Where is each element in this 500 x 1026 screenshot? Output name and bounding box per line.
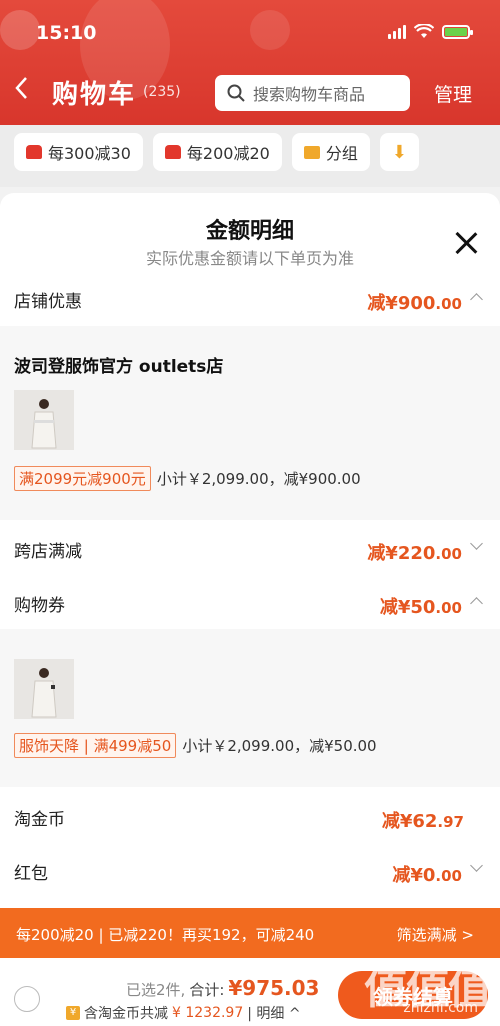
chevron-up-icon xyxy=(470,593,484,607)
chip-group[interactable]: 分组 xyxy=(291,133,370,171)
search-icon xyxy=(227,84,245,102)
row-label: 店铺优惠 xyxy=(14,292,82,312)
shop-name: 波司登服饰官方 outlets店 xyxy=(14,357,224,377)
hongbao-row[interactable]: 红包 减¥0.00 xyxy=(0,847,500,897)
row-amount: 减¥62.97 xyxy=(381,811,464,832)
row-label: 淘金币 xyxy=(14,810,65,830)
selection-summary: 已选2件, 合计: ¥975.03 xyxy=(126,976,319,1000)
coin-icon: ¥ xyxy=(66,1006,80,1020)
banner-text: 每200减20 | 已减220！再买192，可减240 xyxy=(16,926,315,944)
selected-count: 已选2件, xyxy=(126,981,186,999)
promo-tag: 服饰天降 | 满499减50 xyxy=(14,733,177,758)
select-all-checkbox[interactable] xyxy=(14,986,40,1012)
filter-chips: 每300减30 每200减20 分组 ⬇ xyxy=(0,125,500,187)
discount-amount: ¥ 1232.97 xyxy=(172,1005,244,1021)
chip-more[interactable]: ⬇ xyxy=(379,133,419,171)
chevron-up-icon xyxy=(470,289,484,303)
promo-tag: 满2099元减900元 xyxy=(14,466,151,491)
product-image xyxy=(14,659,74,719)
back-button[interactable] xyxy=(14,76,38,105)
product-image xyxy=(14,390,74,450)
battery-icon xyxy=(442,24,473,39)
cart-count: (235) xyxy=(143,84,181,100)
promo-banner: 每200减20 | 已减220！再买192，可减240 筛选满减 > xyxy=(0,908,500,958)
arrow-down-icon: ⬇ xyxy=(391,141,407,163)
chip-300-30[interactable]: 每300减30 xyxy=(14,133,143,171)
signal-icon xyxy=(388,24,406,39)
filter-discount-link[interactable]: 筛选满减 > xyxy=(397,924,474,945)
row-amount: 减¥900.00 xyxy=(367,293,462,314)
chip-label: 每300减30 xyxy=(48,144,131,163)
product-thumbnail[interactable] xyxy=(14,659,74,719)
chip-200-20[interactable]: 每200减20 xyxy=(152,133,282,171)
subtotal-text: 小计￥2,099.00，减¥900.00 xyxy=(156,470,361,488)
row-label: 红包 xyxy=(14,864,48,884)
row-amount: 减¥0.00 xyxy=(392,865,462,886)
taojinbi-row: 淘金币 减¥62.97 xyxy=(0,793,500,843)
amount-detail-sheet: 金额明细 实际优惠金额请以下单页为准 店铺优惠 减¥900.00 波司登服饰官方… xyxy=(0,193,500,908)
status-time: 15:10 xyxy=(36,22,97,44)
detail-link[interactable]: | 明细 ^ xyxy=(247,1003,300,1023)
chip-label: 分组 xyxy=(325,144,358,163)
row-label: 跨店满减 xyxy=(14,542,82,562)
chip-label: 每200减20 xyxy=(186,144,270,163)
store-promo-line: 满2099元减900元 小计￥2,099.00，减¥900.00 xyxy=(14,466,361,491)
total-amount: ¥975.03 xyxy=(228,976,320,1000)
nav-bar: 购物车 (235) 搜索购物车商品 管理 xyxy=(0,68,500,118)
store-detail-box: 波司登服饰官方 outlets店 满2099元减900元 小计￥2,099.00… xyxy=(0,326,500,520)
sheet-title: 金额明细 xyxy=(205,219,294,244)
status-bar: 15:10 xyxy=(0,0,500,56)
product-thumbnail[interactable] xyxy=(14,390,74,450)
coupon-row[interactable]: 购物券 减¥50.00 xyxy=(0,579,500,629)
chevron-down-icon xyxy=(470,539,484,553)
cross-store-row[interactable]: 跨店满减 减¥220.00 xyxy=(0,525,500,575)
close-icon[interactable] xyxy=(454,231,478,255)
checkout-bar: 已选2件, 合计: ¥975.03 ¥ 含淘金币共减 ¥ 1232.97 | 明… xyxy=(0,958,500,1026)
chevron-left-icon xyxy=(15,77,27,99)
discount-summary: ¥ 含淘金币共减 ¥ 1232.97 | 明细 ^ xyxy=(66,1003,301,1023)
cart-header: 15:10 购物车 (235) 搜索购物车商品 管理 xyxy=(0,0,500,125)
manage-button[interactable]: 管理 xyxy=(434,80,472,107)
shop-icon xyxy=(164,145,181,159)
row-label: 购物券 xyxy=(14,596,65,616)
status-icons xyxy=(388,24,473,39)
folder-icon xyxy=(303,145,320,159)
coupon-promo-line: 服饰天降 | 满499减50 小计￥2,099.00，减¥50.00 xyxy=(14,733,377,758)
row-amount: 减¥50.00 xyxy=(379,597,462,618)
search-placeholder: 搜索购物车商品 xyxy=(253,85,366,104)
discount-label: 含淘金币共减 xyxy=(84,1006,168,1022)
store-discount-row[interactable]: 店铺优惠 减¥900.00 xyxy=(0,275,500,325)
row-amount: 减¥220.00 xyxy=(367,543,462,564)
sheet-subtitle: 实际优惠金额请以下单页为准 xyxy=(145,249,354,268)
total-label: 合计: xyxy=(189,981,225,999)
shop-icon xyxy=(26,145,42,159)
subtotal-text: 小计￥2,099.00，减¥50.00 xyxy=(182,737,377,755)
search-input[interactable]: 搜索购物车商品 xyxy=(215,75,410,111)
chevron-down-icon xyxy=(470,861,484,875)
coupon-detail-box: 服饰天降 | 满499减50 小计￥2,099.00，减¥50.00 xyxy=(0,629,500,787)
checkout-button[interactable]: 领券结算 xyxy=(338,971,488,1019)
wifi-icon xyxy=(414,24,434,38)
page-title: 购物车 xyxy=(52,80,137,110)
